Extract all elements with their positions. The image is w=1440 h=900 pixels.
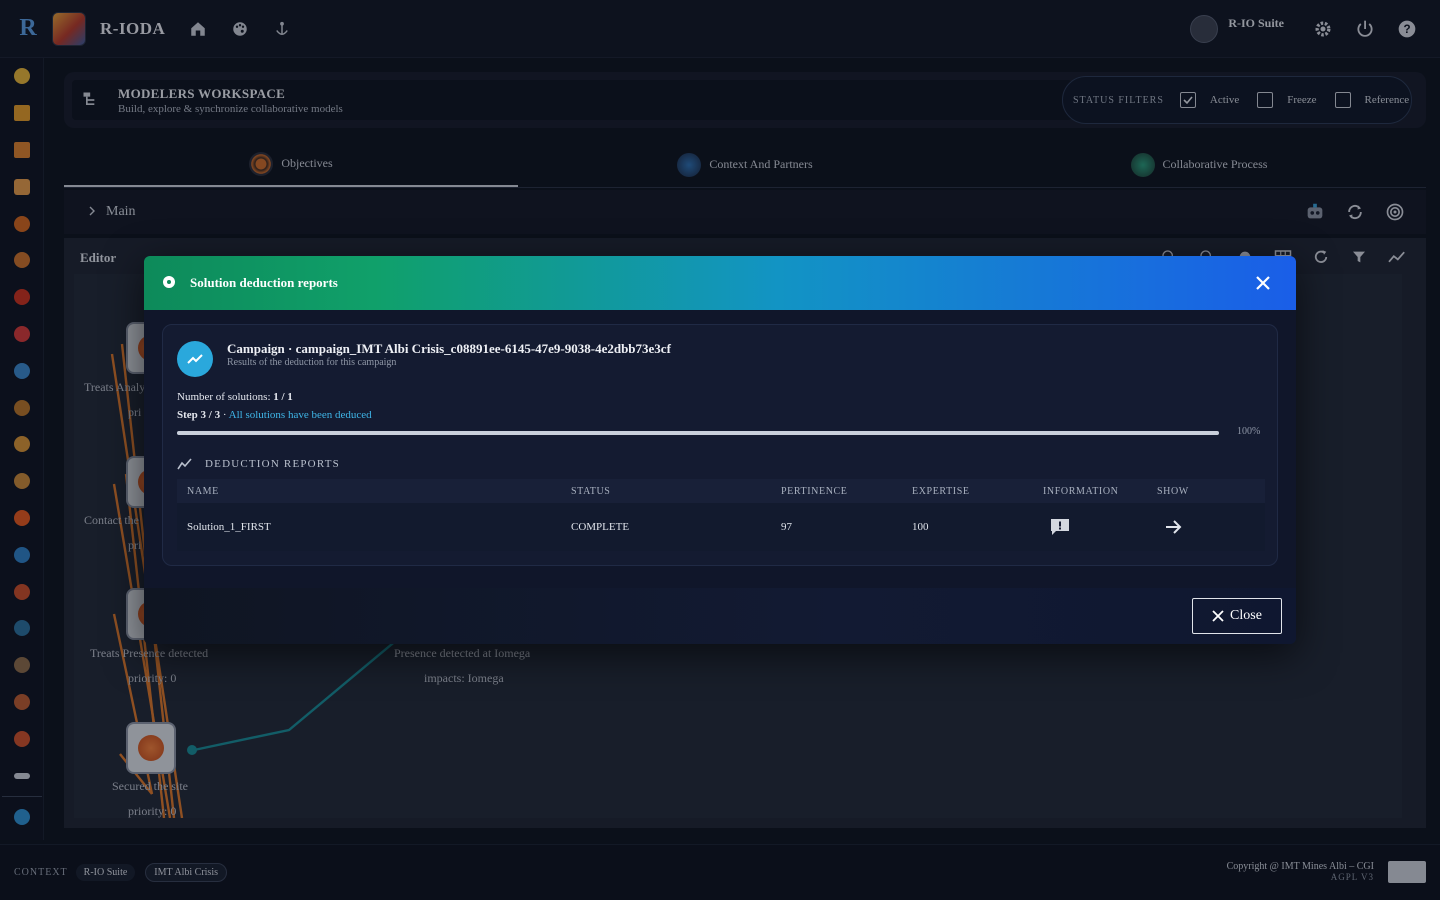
trend-icon [177, 341, 213, 377]
step-status: Step 3 / 3 · All solutions have been ded… [177, 409, 372, 421]
solutions-label: Number of solutions: [177, 391, 271, 403]
analytics-icon [177, 458, 192, 470]
reports-table: NAME STATUS PERTINENCE EXPERTISE INFORMA… [177, 479, 1265, 551]
solution-reports-dialog: Solution deduction reports Campaign · ca… [144, 256, 1296, 644]
row-show [1157, 516, 1265, 538]
row-expertise: 100 [912, 521, 929, 533]
close-button-label: Close [1230, 608, 1262, 623]
reports-title: DEDUCTION REPORTS [205, 458, 340, 470]
col-expertise[interactable]: EXPERTISE [912, 486, 1043, 497]
progress-fill [177, 431, 1219, 435]
close-icon[interactable] [1252, 272, 1274, 294]
col-pertinence[interactable]: PERTINENCE [781, 486, 912, 497]
progress-percent: 100% [1237, 426, 1261, 437]
progress-bar [177, 431, 1219, 435]
reports-header: DEDUCTION REPORTS [177, 457, 340, 471]
col-information: INFORMATION [1043, 485, 1119, 497]
close-button[interactable]: Close [1192, 598, 1282, 634]
row-pertinence: 97 [781, 521, 792, 533]
dialog-title: Solution deduction reports [190, 275, 338, 290]
close-x-icon [1212, 610, 1224, 622]
solutions-value: 1 / 1 [273, 391, 293, 403]
solutions-count: Number of solutions: 1 / 1 [177, 391, 293, 403]
dialog-body: Campaign · campaign_IMT Albi Crisis_c088… [162, 324, 1278, 566]
campaign-card: Campaign · campaign_IMT Albi Crisis_c088… [162, 324, 1278, 566]
col-show: SHOW [1157, 485, 1189, 497]
table-header: NAME STATUS PERTINENCE EXPERTISE INFORMA… [177, 479, 1265, 503]
arrow-right-icon[interactable] [1163, 516, 1185, 538]
row-name: Solution_1_FIRST [187, 521, 271, 533]
dialog-footer: Close [144, 588, 1296, 644]
campaign-title: Campaign · campaign_IMT Albi Crisis_c088… [227, 341, 671, 356]
table-row[interactable]: Solution_1_FIRST COMPLETE 97 100 [177, 503, 1265, 551]
col-name[interactable]: NAME [177, 486, 571, 497]
info-pin-icon [163, 276, 175, 288]
step-label: Step 3 / 3 [177, 409, 221, 421]
row-information [1043, 516, 1157, 538]
comment-alert-icon[interactable] [1049, 516, 1071, 538]
campaign-subtitle: Results of the deduction for this campai… [227, 357, 397, 368]
row-status: COMPLETE [571, 521, 630, 533]
col-status[interactable]: STATUS [571, 486, 781, 497]
step-status-text: All solutions have been deduced [228, 409, 372, 421]
dialog-header: Solution deduction reports [144, 256, 1296, 310]
